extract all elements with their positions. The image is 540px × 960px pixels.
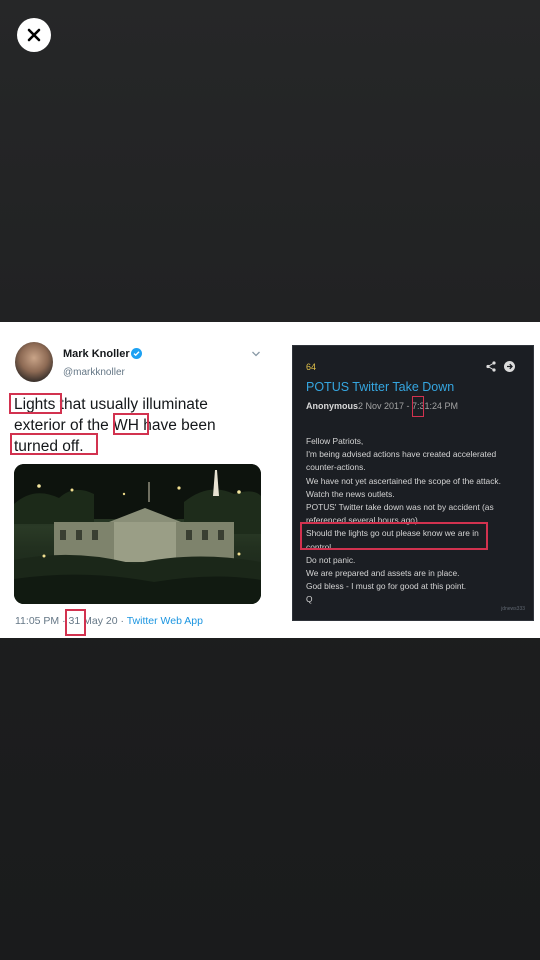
tweet-author-name: Mark Knoller: [63, 348, 130, 360]
tweet-month-year: May 20: [83, 615, 118, 627]
tweet-time: 11:05 PM ·: [15, 615, 66, 627]
avatar: [15, 342, 53, 382]
arrow-right-icon[interactable]: [504, 361, 515, 372]
q-post-line: POTUS' Twitter take down was not by acci…: [306, 502, 494, 513]
highlight-box-lights: [9, 393, 62, 414]
q-post-line: Do not panic.: [306, 554, 356, 565]
chevron-down-icon: [252, 351, 260, 357]
q-post-line: Q: [306, 594, 313, 605]
q-post-body: Fellow Patriots, I'm being advised actio…: [306, 435, 530, 607]
tweet-author-handle: @markknoller: [63, 367, 125, 378]
q-post-line: Watch the news outlets.: [306, 488, 395, 499]
highlight-box-lights-go-out: [300, 522, 488, 550]
q-post-date: 2 Nov 2017 - 7:31:24 PM: [358, 401, 459, 411]
q-post-line: We are prepared and assets are in place.: [306, 568, 460, 579]
highlight-box-turned-off: [10, 433, 98, 455]
highlight-box-31: [412, 396, 424, 417]
close-button[interactable]: [17, 18, 51, 52]
tweet-source-link[interactable]: Twitter Web App: [127, 615, 203, 627]
tweet-meta-separator: ·: [120, 615, 124, 627]
q-post-line: Fellow Patriots,: [306, 436, 364, 446]
white-house-photo: [14, 464, 261, 604]
q-post-line: counter-actions.: [306, 462, 366, 473]
q-post-author: Anonymous: [306, 401, 359, 411]
q-post-line: We have not yet ascertained the scope of…: [306, 475, 501, 486]
q-post-number: 64: [306, 362, 317, 372]
highlight-box-day-31: [65, 609, 86, 636]
q-post-line: I'm being advised actions have created a…: [306, 449, 497, 460]
q-post-signature: jdnews333: [501, 606, 525, 612]
highlight-box-wh: [113, 413, 149, 435]
verified-badge-icon: [131, 348, 142, 359]
q-post-title: POTUS Twitter Take Down: [306, 380, 455, 394]
share-icon[interactable]: [486, 361, 496, 372]
tweet-meta: 11:05 PM · 31 May 20 · Twitter Web App: [15, 615, 203, 627]
close-icon: [27, 28, 41, 42]
post-image: Mark Knoller @markknoller Lights that us…: [0, 322, 540, 638]
q-post-panel: 64 POTUS Twitter Take Down Anonymous 2 N…: [292, 345, 534, 621]
q-post-line: God bless - I must go for good at this p…: [306, 581, 467, 592]
